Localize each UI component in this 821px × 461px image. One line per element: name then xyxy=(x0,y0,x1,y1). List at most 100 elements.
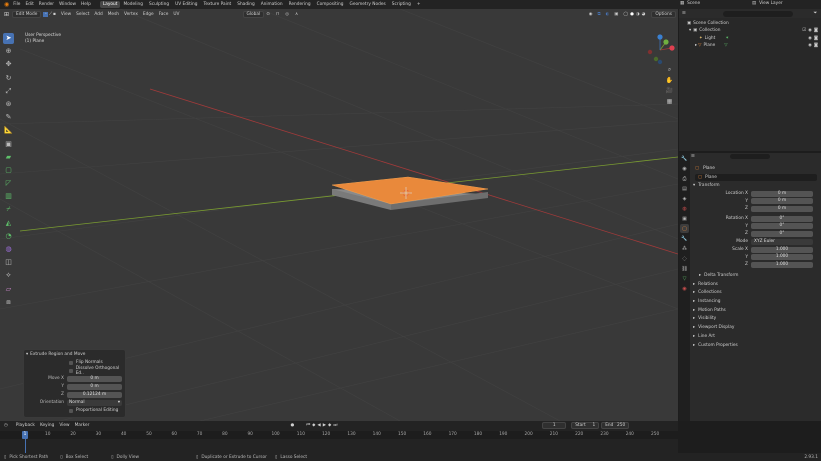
tab-sculpting[interactable]: Sculpting xyxy=(146,1,172,8)
relations-section[interactable]: ▸ Relations xyxy=(691,280,821,289)
expand-arrow-icon[interactable]: ▸ xyxy=(695,42,697,49)
scene-selector[interactable]: ▦ Scene xyxy=(680,1,731,6)
move-y-field[interactable]: 0 m xyxy=(67,383,122,390)
tab-texture-paint[interactable]: Texture Paint xyxy=(201,1,235,8)
overlay-icon[interactable]: ◐ xyxy=(606,12,610,17)
jump-start-icon[interactable]: ⏮ xyxy=(306,423,310,428)
light-row[interactable]: ✦ Light ✶ ◉ ◙ xyxy=(687,35,821,42)
material-tab-icon[interactable]: ◉ xyxy=(680,284,689,293)
tab-rendering[interactable]: Rendering xyxy=(286,1,314,8)
operator-panel-header[interactable]: ▾ Extrude Region and Move xyxy=(24,350,125,358)
menu-edge[interactable]: Edge xyxy=(143,12,154,17)
record-icon[interactable]: ● xyxy=(290,423,294,428)
select-mode-vertex-icon[interactable]: ◦ xyxy=(43,12,48,17)
checkbox-icon[interactable]: ☑ xyxy=(802,27,806,34)
tab-animation[interactable]: Animation xyxy=(258,1,286,8)
view-layer-tab-icon[interactable]: ▤ xyxy=(680,184,689,193)
properties-editor-icon[interactable]: ☰ xyxy=(691,154,695,159)
particles-tab-icon[interactable]: ⁂ xyxy=(680,244,689,253)
menu-file[interactable]: File xyxy=(13,2,20,7)
menu-playback[interactable]: Playback xyxy=(16,423,35,428)
extrude-tool-icon[interactable]: ▰ xyxy=(3,152,14,163)
collections-section[interactable]: ▸ Collections xyxy=(691,289,821,298)
edge-slide-tool-icon[interactable]: ◫ xyxy=(3,257,14,268)
shading-solid-icon[interactable]: ● xyxy=(630,12,634,17)
tab-scripting[interactable]: Scripting xyxy=(389,1,414,8)
scene-collection-row[interactable]: ▣ Scene Collection xyxy=(687,20,821,27)
menu-help[interactable]: Help xyxy=(81,2,91,7)
annotate-tool-icon[interactable]: ✎ xyxy=(3,112,14,123)
properties-search-field[interactable] xyxy=(729,154,770,159)
camera-icon[interactable]: 🎥 xyxy=(665,86,674,95)
expand-arrow-icon[interactable]: ▾ xyxy=(689,27,691,34)
rotate-tool-icon[interactable]: ↻ xyxy=(3,73,14,84)
tab-compositing[interactable]: Compositing xyxy=(314,1,347,8)
prev-key-icon[interactable]: ◆ xyxy=(312,423,315,428)
object-name-field[interactable]: ▢ Plane xyxy=(695,174,817,181)
timeline-editor-icon[interactable]: ◷ xyxy=(4,423,8,428)
orientation-dropdown[interactable]: Normal ▾ xyxy=(67,399,122,406)
shading-wireframe-icon[interactable]: ◯ xyxy=(623,12,628,17)
3d-viewport[interactable]: ⊞ Edit Mode ◦ ⟋ ▪ View Select Add Mesh V… xyxy=(0,9,678,421)
transform-orientation-dropdown[interactable]: Global xyxy=(242,11,265,18)
motion-paths-section[interactable]: ▸ Motion Paths xyxy=(691,306,821,315)
collapse-arrow-icon[interactable]: ▾ xyxy=(26,352,28,357)
proportional-edit-icon[interactable]: ◎ xyxy=(285,12,289,17)
eye-icon[interactable]: ◉ xyxy=(808,35,812,42)
camera-icon[interactable]: ◙ xyxy=(814,42,818,49)
filter-icon[interactable]: ⏷ xyxy=(814,11,817,16)
xray-icon[interactable]: ▣ xyxy=(614,12,618,17)
rotation-z-field[interactable]: 0° xyxy=(751,230,813,237)
menu-marker[interactable]: Marker xyxy=(75,423,90,428)
shear-tool-icon[interactable]: ▱ xyxy=(3,284,14,295)
eye-icon[interactable]: ◉ xyxy=(808,27,812,34)
knife-tool-icon[interactable]: ⌿ xyxy=(3,204,14,215)
dissolve-checkbox[interactable] xyxy=(69,368,73,373)
outliner-search-field[interactable] xyxy=(722,10,793,17)
select-box-tool-icon[interactable]: ➤ xyxy=(3,33,14,44)
end-frame-field[interactable]: End 250 xyxy=(601,422,630,429)
eye-icon[interactable]: ◉ xyxy=(808,42,812,49)
scale-y-field[interactable]: 1.000 xyxy=(751,254,813,261)
play-reverse-icon[interactable]: ◀ xyxy=(317,423,320,428)
data-tab-icon[interactable]: ▽ xyxy=(680,274,689,283)
flip-normals-checkbox[interactable] xyxy=(69,360,73,365)
move-tool-icon[interactable]: ✥ xyxy=(3,59,14,70)
loop-cut-tool-icon[interactable]: ▥ xyxy=(3,191,14,202)
move-z-field[interactable]: 0.12124 m xyxy=(67,391,122,398)
instancing-section[interactable]: ▸ Instancing xyxy=(691,297,821,306)
collection-row[interactable]: ▾ ▣ Collection ☑ ◉ ◙ xyxy=(687,27,821,34)
tab-uv-editing[interactable]: UV Editing xyxy=(172,1,200,8)
jump-end-icon[interactable]: ⏭ xyxy=(333,423,337,428)
proportional-checkbox[interactable] xyxy=(69,408,73,413)
visibility-section[interactable]: ▸ Visibility xyxy=(691,315,821,324)
menu-uv[interactable]: UV xyxy=(173,12,179,17)
view-object-types-icon[interactable]: ◉ xyxy=(589,12,593,17)
delta-transform-section[interactable]: ▸ Delta Transform xyxy=(691,271,821,280)
menu-select[interactable]: Select xyxy=(76,12,89,17)
poly-build-tool-icon[interactable]: ◭ xyxy=(3,218,14,229)
scale-tool-icon[interactable]: ⤢ xyxy=(3,86,14,97)
location-z-field[interactable]: 0 m xyxy=(751,205,813,212)
transform-section-header[interactable]: ▾ Transform xyxy=(691,181,821,190)
menu-keying[interactable]: Keying xyxy=(40,423,54,428)
menu-vertex[interactable]: Vertex xyxy=(124,12,138,17)
plane-row[interactable]: ▸ ▽ Plane ▽ ◉ ◙ xyxy=(687,42,821,49)
next-key-icon[interactable]: ◆ xyxy=(328,423,331,428)
cursor-tool-icon[interactable]: ⊕ xyxy=(3,46,14,57)
start-frame-field[interactable]: Start 1 xyxy=(571,422,600,429)
menu-edit[interactable]: Edit xyxy=(25,2,33,7)
tool-tab-icon[interactable]: 🔧 xyxy=(680,154,689,163)
rotation-x-field[interactable]: 0° xyxy=(751,215,813,222)
tab-shading[interactable]: Shading xyxy=(234,1,257,8)
modifier-tab-icon[interactable]: 🔧 xyxy=(680,234,689,243)
location-x-field[interactable]: 0 m xyxy=(751,190,813,197)
navigation-gizmo[interactable] xyxy=(644,34,676,66)
add-cube-tool-icon[interactable]: ▣ xyxy=(3,139,14,150)
output-tab-icon[interactable]: ⎙ xyxy=(680,174,689,183)
inset-tool-icon[interactable]: ▢ xyxy=(3,165,14,176)
snap-icon[interactable]: ⊓ xyxy=(276,12,279,17)
pan-hand-icon[interactable]: ✋ xyxy=(665,76,674,85)
tab-modeling[interactable]: Modeling xyxy=(120,1,146,8)
scene-tab-icon[interactable]: ◈ xyxy=(680,194,689,203)
